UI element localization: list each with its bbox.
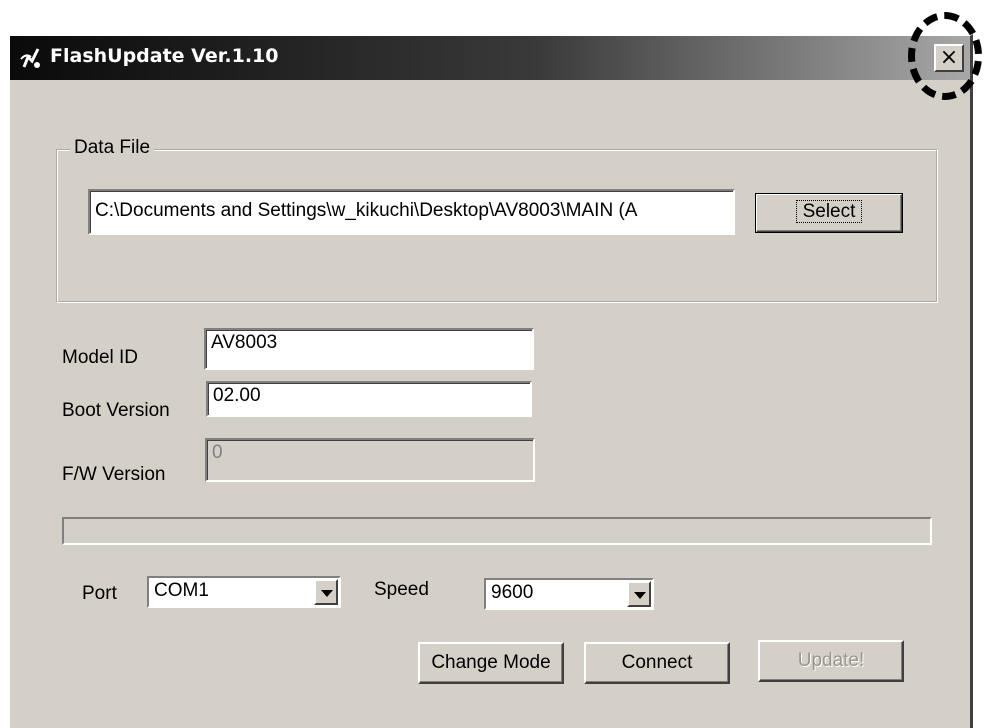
flashupdate-window: FlashUpdate Ver.1.10 × Data File C:\Docu… [8,34,973,728]
data-file-path-input[interactable]: C:\Documents and Settings\w_kikuchi\Desk… [88,189,735,235]
connect-button[interactable]: Connect [584,642,730,684]
port-label: Port [82,583,117,604]
boot-version-input[interactable]: 02.00 [206,381,532,417]
fw-version-input: 0 [205,438,535,482]
update-button-label: Update! [797,650,865,671]
port-select-value: COM1 [154,580,209,601]
data-file-group: Data File C:\Documents and Settings\w_ki… [56,137,938,303]
select-button-label: Select [795,200,863,223]
close-icon: × [939,45,959,70]
fw-version-label: F/W Version [62,464,166,485]
speed-label: Speed [374,579,429,600]
update-progress-bar [62,517,932,545]
boot-version-label: Boot Version [62,400,170,421]
port-select[interactable]: COM1 [147,576,341,608]
close-button[interactable]: × [934,44,964,72]
chevron-down-icon[interactable] [627,581,651,607]
speed-select[interactable]: 9600 [484,578,654,610]
change-mode-button[interactable]: Change Mode [418,642,564,684]
select-button[interactable]: Select [755,193,903,233]
title-bar[interactable]: FlashUpdate Ver.1.10 × [10,36,970,80]
model-id-label: Model ID [62,347,139,368]
model-id-input[interactable]: AV8003 [204,328,534,370]
window-title: FlashUpdate Ver.1.10 [50,45,279,67]
data-file-group-label: Data File [70,137,155,159]
chevron-down-icon[interactable] [314,579,338,605]
update-button[interactable]: Update! [758,640,904,682]
speed-select-value: 9600 [491,582,534,603]
flash-app-icon [20,48,40,68]
